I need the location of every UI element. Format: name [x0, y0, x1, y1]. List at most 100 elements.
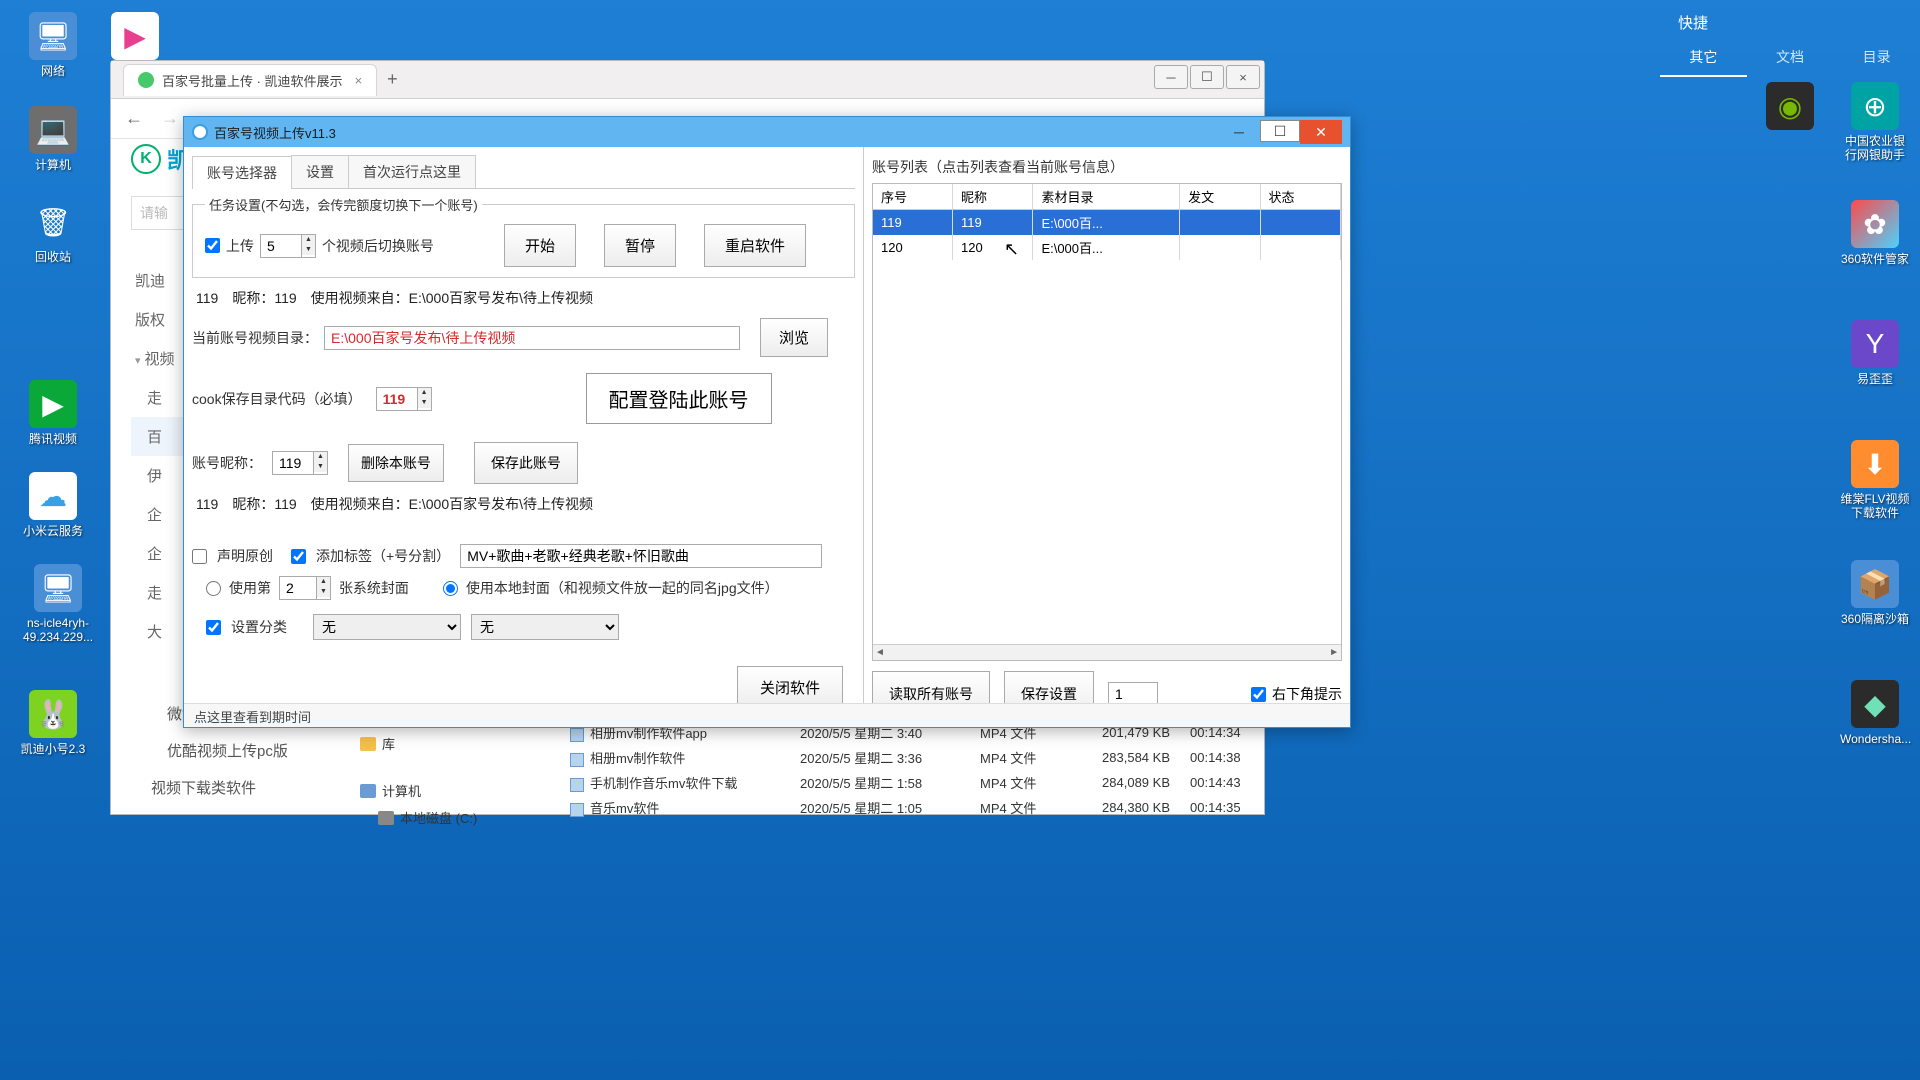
- desktop-icon-tencent[interactable]: ▶腾讯视频: [18, 380, 88, 446]
- cover-local-radio[interactable]: [443, 581, 458, 596]
- cook-label: cook保存目录代码（必填）: [192, 389, 362, 409]
- cover-system-label: 使用第: [229, 578, 271, 598]
- dir-label: 当前账号视频目录：: [192, 328, 318, 348]
- cook-spinner[interactable]: ▲▼: [376, 387, 432, 411]
- close-icon[interactable]: ✕: [1300, 120, 1342, 144]
- category-select-2[interactable]: 无: [471, 614, 619, 640]
- start-button[interactable]: 开始: [504, 224, 576, 267]
- browser-minimize-icon[interactable]: ─: [1154, 65, 1188, 89]
- scroll-left-icon[interactable]: ◄: [875, 647, 885, 658]
- tab-firstrun[interactable]: 首次运行点这里: [348, 155, 476, 188]
- config-login-button[interactable]: 配置登陆此账号: [586, 373, 772, 424]
- tab-account-selector[interactable]: 账号选择器: [192, 156, 292, 189]
- side-item2[interactable]: 视频下载类软件: [151, 769, 288, 806]
- tree-item[interactable]: 计算机: [360, 777, 477, 804]
- desktop-icon-ywy[interactable]: Y易歪歪: [1840, 320, 1910, 386]
- tab-other[interactable]: 其它: [1660, 39, 1747, 77]
- titlebar[interactable]: 百家号视频上传v11.3 ─ ☐ ✕: [184, 117, 1350, 147]
- app-window: 百家号视频上传v11.3 ─ ☐ ✕ 账号选择器 设置 首次运行点这里 任务设置…: [183, 116, 1351, 728]
- tree-item[interactable]: 本地磁盘 (C:): [360, 804, 477, 831]
- spin-up-icon[interactable]: ▲: [314, 452, 327, 462]
- side-item2[interactable]: 优酷视频上传pc版: [167, 732, 288, 769]
- column-header[interactable]: 昵称: [953, 184, 1033, 210]
- cook-input[interactable]: [376, 387, 418, 411]
- column-header[interactable]: 素材目录: [1033, 184, 1180, 210]
- delete-account-button[interactable]: 删除本账号: [348, 444, 444, 482]
- desktop-icon-recycle[interactable]: 🗑回收站: [18, 198, 88, 264]
- category-select-1[interactable]: 无: [313, 614, 461, 640]
- tree-item[interactable]: 库: [360, 730, 477, 757]
- browse-button[interactable]: 浏览: [760, 318, 828, 357]
- desktop-icon-360soft[interactable]: ✿360软件管家: [1840, 200, 1910, 266]
- restart-button[interactable]: 重启软件: [704, 224, 806, 267]
- account-table[interactable]: 序号昵称素材目录发文状态 119119E:\000百...120120E:\00…: [872, 183, 1342, 661]
- file-row[interactable]: 相册mv制作软件2020/5/5 星期二 3:36MP4 文件283,584 K…: [560, 745, 1280, 770]
- upload-checkbox[interactable]: [205, 238, 220, 253]
- spin-down-icon[interactable]: ▼: [418, 398, 431, 408]
- quick-panel-tabs: 其它 文档 目录: [1660, 39, 1920, 77]
- spin-up-icon[interactable]: ▲: [302, 235, 315, 245]
- column-header[interactable]: 发文: [1180, 184, 1260, 210]
- nav-forward-icon[interactable]: →: [157, 104, 183, 133]
- desktop-icon-wondershare[interactable]: ◆Wondersha...: [1840, 680, 1910, 746]
- corner-hint-checkbox[interactable]: [1251, 687, 1266, 702]
- desktop-icon-ns[interactable]: 🖥ns-icle4ryh-49.234.229...: [18, 564, 98, 645]
- tab-close-icon[interactable]: ×: [355, 73, 363, 88]
- category-checkbox[interactable]: [206, 620, 221, 635]
- spin-up-icon[interactable]: ▲: [418, 388, 431, 398]
- sysnum-spinner[interactable]: ▲▼: [279, 576, 331, 600]
- spin-down-icon[interactable]: ▼: [314, 462, 327, 472]
- spin-down-icon[interactable]: ▼: [302, 245, 315, 255]
- sysnum-input[interactable]: [279, 576, 317, 600]
- brand-icon: K: [131, 144, 161, 174]
- desktop-icon-xiaomi[interactable]: ☁小米云服务: [18, 472, 88, 538]
- pause-button[interactable]: 暂停: [604, 224, 676, 267]
- original-checkbox[interactable]: [192, 549, 207, 564]
- maximize-icon[interactable]: ☐: [1260, 120, 1300, 142]
- task-legend: 任务设置(不勾选，会传完额度切换下一个账号): [205, 195, 482, 214]
- upload-count-input[interactable]: [260, 234, 302, 258]
- minimize-icon[interactable]: ─: [1218, 120, 1260, 144]
- file-row[interactable]: 音乐mv软件2020/5/5 星期二 1:05MP4 文件284,380 KB0…: [560, 795, 1280, 820]
- table-row[interactable]: 119119E:\000百...: [873, 210, 1341, 236]
- file-row[interactable]: 手机制作音乐mv软件下载2020/5/5 星期二 1:58MP4 文件284,0…: [560, 770, 1280, 795]
- save-account-button[interactable]: 保存此账号: [474, 442, 578, 484]
- browser-tab[interactable]: 百家号批量上传 · 凯迪软件展示 ×: [123, 64, 377, 96]
- desktop-icon-nvidia[interactable]: ◉: [1755, 82, 1825, 134]
- tab-dirs[interactable]: 目录: [1833, 39, 1920, 77]
- desktop-icon-duku[interactable]: ▶: [100, 12, 170, 64]
- tab-favicon: [138, 72, 154, 88]
- quick-panel-title: 快捷: [1660, 0, 1920, 39]
- browser-close-icon[interactable]: ×: [1226, 65, 1260, 89]
- upload-count-spinner[interactable]: ▲▼: [260, 234, 316, 258]
- quick-panel: 快捷 其它 文档 目录: [1660, 0, 1920, 77]
- nick-input[interactable]: [272, 451, 314, 475]
- nick-spinner[interactable]: ▲▼: [272, 451, 328, 475]
- tags-checkbox[interactable]: [291, 549, 306, 564]
- spin-down-icon[interactable]: ▼: [317, 587, 330, 597]
- column-header[interactable]: 状态: [1260, 184, 1340, 210]
- desktop-icon-computer[interactable]: 💻计算机: [18, 106, 88, 172]
- browser-maximize-icon[interactable]: ☐: [1190, 65, 1224, 89]
- desktop-icon-flv[interactable]: ⬇维棠FLV视频下载软件: [1840, 440, 1910, 521]
- tab-settings[interactable]: 设置: [291, 155, 349, 188]
- column-header[interactable]: 序号: [873, 184, 953, 210]
- spin-up-icon[interactable]: ▲: [317, 577, 330, 587]
- desktop-icon-network[interactable]: 🖥网络: [18, 12, 88, 78]
- dir-input[interactable]: [324, 326, 740, 350]
- info-line-1: 119 昵称：119 使用视频来自：E:\000百家号发布\待上传视频: [196, 288, 851, 308]
- horizontal-scrollbar[interactable]: ◄►: [873, 644, 1341, 660]
- tab-add-icon[interactable]: +: [387, 69, 398, 90]
- desktop-icon-360sandbox[interactable]: 📦360隔离沙箱: [1840, 560, 1910, 626]
- explorer-files: 相册mv制作软件app2020/5/5 星期二 3:40MP4 文件201,47…: [560, 720, 1280, 820]
- desktop-icon-kaidi[interactable]: 🐰凯迪小号2.3: [18, 690, 88, 756]
- scroll-right-icon[interactable]: ►: [1329, 647, 1339, 658]
- table-row[interactable]: 120120E:\000百...: [873, 235, 1341, 260]
- statusbar[interactable]: 点这里查看到期时间: [184, 703, 1350, 727]
- tab-docs[interactable]: 文档: [1747, 39, 1834, 77]
- tags-input[interactable]: [460, 544, 822, 568]
- desktop-icon-abc[interactable]: ⊕中国农业银行网银助手: [1840, 82, 1910, 163]
- cover-system-radio[interactable]: [206, 581, 221, 596]
- nav-back-icon[interactable]: ←: [121, 104, 147, 133]
- task-fieldset: 任务设置(不勾选，会传完额度切换下一个账号) 上传 ▲▼ 个视频后切换账号 开始…: [192, 195, 855, 278]
